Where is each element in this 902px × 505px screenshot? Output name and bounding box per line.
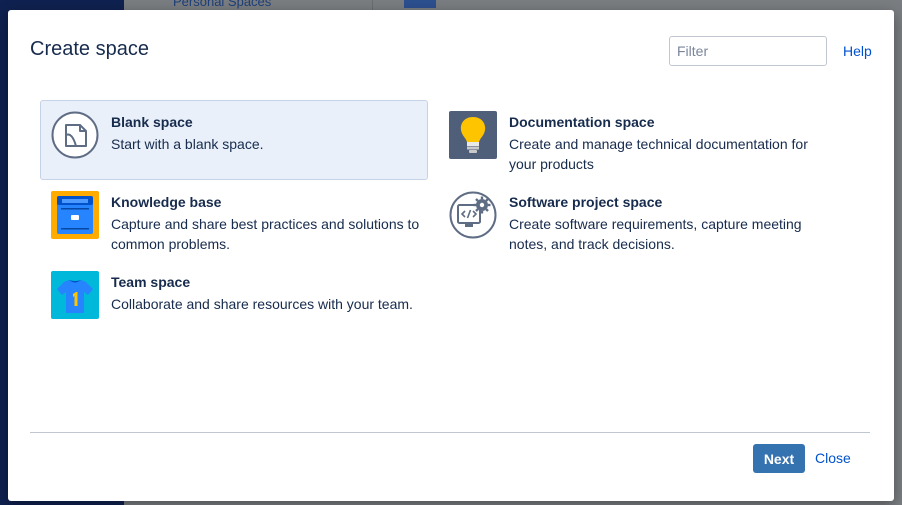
template-team-space[interactable]: Team space Collaborate and share resourc… xyxy=(40,260,428,340)
help-link[interactable]: Help xyxy=(843,43,872,59)
template-name: Documentation space xyxy=(509,114,655,130)
background-blue-block xyxy=(404,0,436,8)
team-jersey-icon xyxy=(51,271,99,319)
space-template-list: Blank space Start with a blank space. Do… xyxy=(40,100,860,340)
blank-page-icon xyxy=(51,111,99,159)
next-button[interactable]: Next xyxy=(753,444,805,473)
filter-input[interactable] xyxy=(669,36,827,66)
template-name: Blank space xyxy=(111,114,193,130)
template-description: Start with a blank space. xyxy=(111,136,264,152)
create-space-dialog: Create space Help Blank space Start with… xyxy=(8,10,894,501)
background-personal-spaces: Personal Spaces xyxy=(173,0,272,9)
template-blank-space[interactable]: Blank space Start with a blank space. xyxy=(40,100,428,180)
template-knowledge-base[interactable]: Knowledge base Capture and share best pr… xyxy=(40,180,428,260)
code-gear-icon xyxy=(449,191,497,239)
template-description: Collaborate and share resources with you… xyxy=(111,296,413,312)
template-documentation-space[interactable]: Documentation space Create and manage te… xyxy=(438,100,826,180)
template-name: Software project space xyxy=(509,194,663,210)
footer-divider xyxy=(30,432,870,433)
background-divider xyxy=(372,0,373,10)
template-software-project-space[interactable]: Software project space Create software r… xyxy=(438,180,826,260)
lightbulb-icon xyxy=(449,111,497,159)
template-name: Team space xyxy=(111,274,191,290)
template-description: Create and manage technical documentatio… xyxy=(509,136,808,172)
template-name: Knowledge base xyxy=(111,194,222,210)
template-description: Capture and share best practices and sol… xyxy=(111,216,420,252)
close-link[interactable]: Close xyxy=(815,450,851,466)
template-description: Create software requirements, capture me… xyxy=(509,216,802,252)
dialog-title: Create space xyxy=(30,38,149,60)
file-cabinet-icon xyxy=(51,191,99,239)
